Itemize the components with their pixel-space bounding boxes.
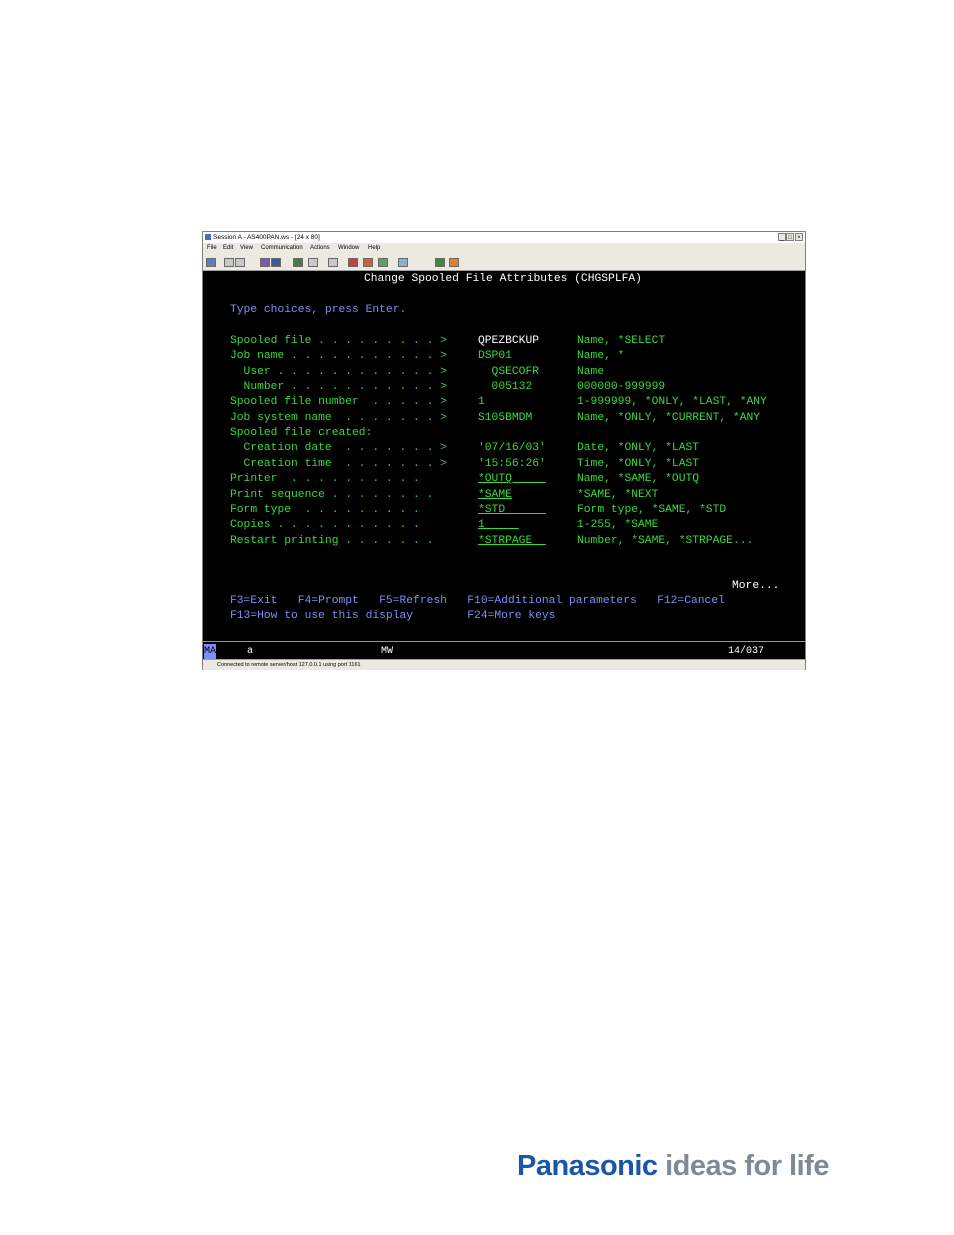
field-label: Printer . . . . . . . . . . (230, 473, 420, 486)
field-label: Creation date . . . . . . . > (230, 442, 447, 455)
field-label: Restart printing . . . . . . . (230, 534, 434, 547)
field-value: S105BMDM (478, 411, 533, 424)
menu-file[interactable]: File (207, 243, 217, 254)
keypad-icon[interactable] (398, 258, 408, 267)
print-screen-icon[interactable] (206, 258, 216, 267)
help-icon[interactable] (449, 258, 459, 267)
send-icon[interactable] (260, 258, 270, 267)
field-label: User . . . . . . . . . . . . > (230, 365, 447, 378)
field-label: Spooled file . . . . . . . . . > (230, 335, 447, 347)
more-indicator: More... (732, 580, 780, 592)
field-hint: Name (577, 365, 605, 378)
field-label: Number . . . . . . . . . . . > (230, 381, 447, 394)
field-label: Spooled file created: (230, 427, 373, 440)
screen-title: Change Spooled File Attributes (CHGSPLFA… (364, 273, 642, 285)
field-value: DSP01 (478, 350, 512, 363)
maximize-button[interactable]: □ (786, 233, 794, 241)
close-button[interactable]: × (795, 233, 803, 241)
cursor-position: 14/037 (728, 646, 765, 657)
field-hint: Name, * (577, 350, 625, 363)
macro-icon[interactable] (328, 258, 338, 267)
field-label: Spooled file number . . . . . > (230, 396, 447, 409)
field-value: 005132 (478, 381, 533, 394)
connection-status: Connected to remote server/host 127.0.0.… (217, 662, 361, 668)
receive-icon[interactable] (271, 258, 281, 267)
field-value: '07/16/03' (478, 442, 546, 455)
field-hint: Form type, *SAME, *STD (577, 503, 727, 516)
status-bar: Connected to remote server/host 127.0.0.… (203, 659, 805, 670)
window-title: Session A - AS400PAN.ws - [24 x 80] (213, 234, 320, 241)
field-input[interactable]: *STRPAGE (478, 534, 546, 549)
field-hint: Time, *ONLY, *LAST (577, 457, 700, 470)
settings-icon[interactable] (308, 258, 318, 267)
stop-icon[interactable] (348, 258, 358, 267)
field-hint: *SAME, *NEXT (577, 488, 659, 501)
oia-session: a (247, 646, 254, 657)
field-label: Copies . . . . . . . . . . . (230, 519, 420, 532)
copy-icon[interactable] (224, 258, 234, 267)
session-icon (205, 234, 211, 240)
field-hint: 000000-999999 (577, 381, 666, 394)
menu-communication[interactable]: Communication (261, 243, 303, 254)
field-label: Job system name . . . . . . . > (230, 411, 447, 424)
oia-separator (203, 641, 805, 642)
field-value: QPEZBCKUP (478, 335, 540, 347)
field-hint: Name, *SAME, *OUTQ (577, 473, 700, 486)
play-icon[interactable] (378, 258, 388, 267)
field-label: Creation time . . . . . . . > (230, 457, 447, 470)
field-value: QSECOFR (478, 365, 540, 378)
oia-indicator: MA (204, 644, 217, 659)
display-icon[interactable] (293, 258, 303, 267)
minimize-button[interactable]: _ (778, 233, 786, 241)
field-input[interactable]: *OUTQ (478, 472, 546, 487)
field-input[interactable]: 1 (478, 518, 519, 533)
field-label: Print sequence . . . . . . . . (230, 488, 434, 501)
record-icon[interactable] (363, 258, 373, 267)
field-hint: 1-999999, *ONLY, *LAST, *ANY (577, 396, 767, 409)
field-value: 1 (478, 396, 485, 409)
menu-actions[interactable]: Actions (310, 243, 330, 254)
field-input[interactable]: *STD (478, 503, 546, 518)
toolbar (203, 254, 805, 271)
field-label: Form type . . . . . . . . . (230, 503, 420, 516)
terminal-screen[interactable]: Change Spooled File Attributes (CHGSPLFA… (203, 271, 805, 659)
field-hint: Name, *SELECT (577, 335, 666, 347)
function-keys-line-1: F3=Exit F4=Prompt F5=Refresh F10=Additio… (230, 595, 725, 607)
brand-logo: Panasonic ideas for life (517, 1150, 829, 1183)
field-hint: 1-255, *SAME (577, 519, 659, 532)
field-input[interactable]: *SAME (478, 488, 512, 503)
field-value: '15:56:26' (478, 457, 546, 470)
field-hint: Name, *ONLY, *CURRENT, *ANY (577, 411, 761, 424)
menu-window[interactable]: Window (338, 243, 359, 254)
menu-help[interactable]: Help (368, 243, 380, 254)
title-bar: Session A - AS400PAN.ws - [24 x 80] _ □ … (203, 232, 805, 243)
emulator-window: Session A - AS400PAN.ws - [24 x 80] _ □ … (202, 231, 806, 670)
field-label: Job name . . . . . . . . . . . > (230, 350, 447, 363)
brand-tagline: ideas for life (665, 1150, 829, 1182)
brand-name: Panasonic (517, 1150, 658, 1182)
color-icon[interactable] (435, 258, 445, 267)
instruction-text: Type choices, press Enter. (230, 304, 407, 316)
menu-view[interactable]: View (240, 243, 253, 254)
paste-icon[interactable] (235, 258, 245, 267)
field-hint: Date, *ONLY, *LAST (577, 442, 700, 455)
function-keys-line-2: F13=How to use this display F24=More key… (230, 610, 556, 622)
menu-edit[interactable]: Edit (223, 243, 233, 254)
menu-bar: File Edit View Communication Actions Win… (203, 243, 805, 254)
oia-mode: MW (381, 646, 394, 657)
field-hint: Number, *SAME, *STRPAGE... (577, 534, 754, 547)
